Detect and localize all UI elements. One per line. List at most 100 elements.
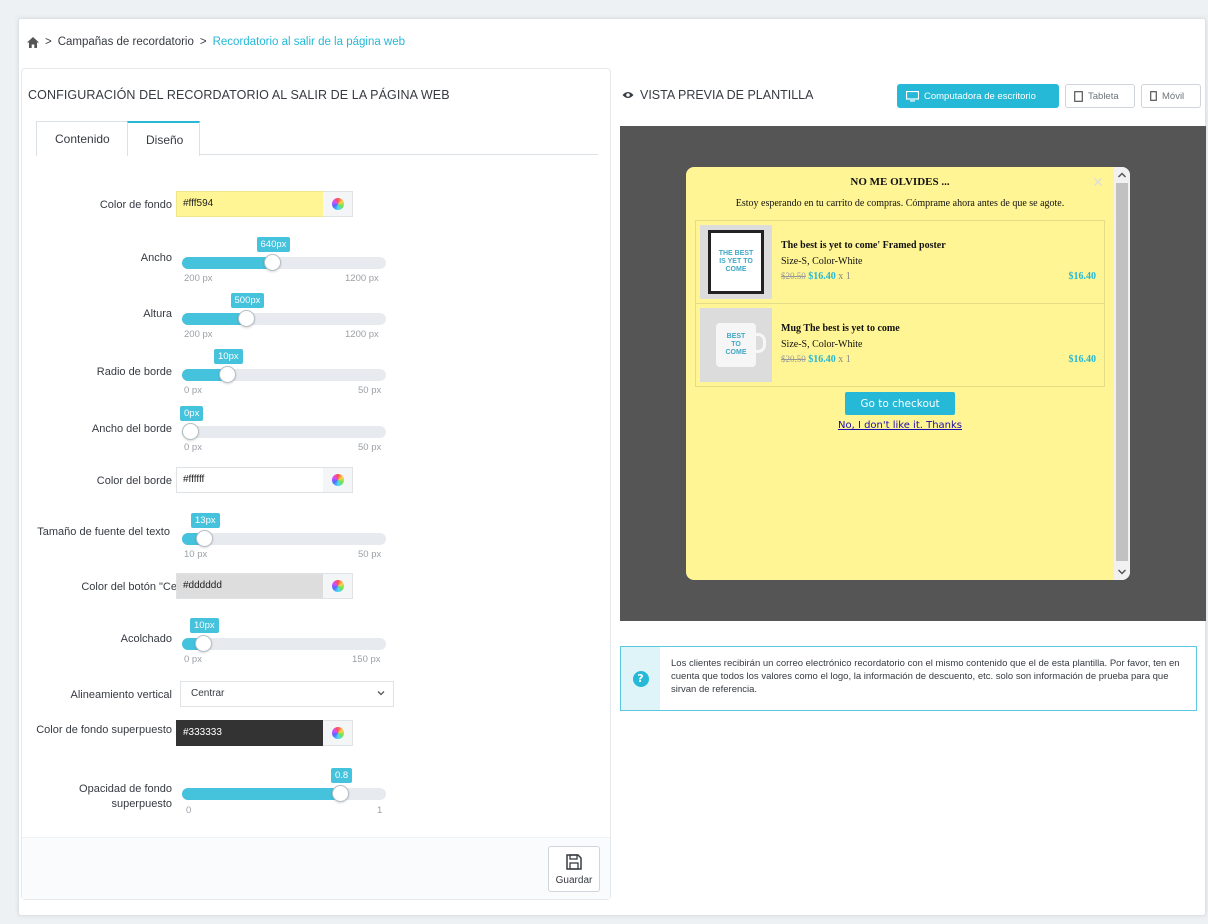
info-text: Los clientes recibirán un correo electró… bbox=[671, 658, 1180, 695]
border-width-slider[interactable]: 0px bbox=[180, 406, 386, 440]
product-name[interactable]: Mug The best is yet to come bbox=[781, 323, 900, 334]
tablet-icon bbox=[1074, 90, 1083, 102]
color-wheel-icon bbox=[331, 580, 344, 592]
font-size-slider[interactable]: 13px bbox=[182, 513, 386, 547]
eye-icon bbox=[622, 92, 634, 98]
chevron-down-icon bbox=[377, 691, 385, 696]
save-label: Guardar bbox=[555, 874, 593, 886]
popup-message: Estoy esperando en tu carrito de compras… bbox=[735, 198, 1065, 209]
overlay-opacity-label: Opacidad de fondo superpuesto bbox=[79, 783, 172, 810]
slider-max: 50 px bbox=[358, 549, 382, 560]
border-color-picker-button[interactable] bbox=[323, 467, 353, 493]
width-label: Ancho bbox=[140, 252, 172, 264]
slider-max: 1200 px bbox=[345, 273, 379, 284]
scrollbar-thumb[interactable] bbox=[1116, 183, 1128, 561]
close-color-label: Color del botón "Cerrar" bbox=[81, 581, 198, 593]
slider-fill bbox=[182, 257, 273, 269]
border-color-input[interactable]: #ffffff bbox=[176, 467, 324, 493]
preview-header: VISTA PREVIA DE PLANTILLA bbox=[622, 88, 813, 102]
mug-image: BEST TO COME bbox=[716, 323, 766, 367]
slider-value-badge: 500px bbox=[230, 293, 265, 308]
slider-max: 1 bbox=[377, 805, 383, 816]
tab-diseno[interactable]: Diseño bbox=[127, 121, 200, 156]
slider-min: 0 bbox=[186, 805, 192, 816]
breadcrumb-item-campaigns[interactable]: Campañas de recordatorio bbox=[58, 36, 194, 48]
slider-fill bbox=[182, 313, 247, 325]
scroll-up-icon[interactable] bbox=[1114, 168, 1130, 182]
vertical-align-select[interactable]: Centrar bbox=[180, 681, 394, 707]
slider-handle[interactable] bbox=[195, 635, 212, 652]
question-icon: ? bbox=[632, 670, 649, 687]
mug-text: BEST TO COME bbox=[725, 333, 747, 356]
tab-contenido[interactable]: Contenido bbox=[36, 121, 128, 156]
breadcrumb: > Campañas de recordatorio > Recordatori… bbox=[27, 36, 405, 48]
color-wheel-icon bbox=[331, 727, 344, 739]
slider-value-badge: 10px bbox=[190, 618, 219, 633]
border-color-label: Color del borde bbox=[96, 475, 172, 487]
height-slider[interactable]: 500px bbox=[182, 293, 386, 327]
framed-poster-image: THE BEST IS YET TO COME bbox=[708, 230, 764, 294]
slider-max: 150 px bbox=[352, 654, 381, 665]
device-tablet-button[interactable]: Tableta bbox=[1065, 84, 1135, 108]
close-color-picker-button[interactable] bbox=[323, 573, 353, 599]
device-mobile-label: Móvil bbox=[1162, 90, 1185, 102]
decline-link[interactable]: No, I don't like it. Thanks bbox=[686, 420, 1114, 431]
border-width-label: Ancho del borde bbox=[91, 423, 172, 435]
device-mobile-button[interactable]: Móvil bbox=[1141, 84, 1201, 108]
bg-color-input[interactable]: #fff594 bbox=[176, 191, 324, 217]
close-icon[interactable]: ✕ bbox=[1092, 175, 1104, 191]
slider-min: 0 px bbox=[184, 442, 202, 453]
bg-color-picker-button[interactable] bbox=[323, 191, 353, 217]
panel-title: CONFIGURACIÓN DEL RECORDATORIO AL SALIR … bbox=[28, 88, 450, 102]
product-attributes: Size-S, Color-White bbox=[781, 339, 863, 350]
product-attributes: Size-S, Color-White bbox=[781, 256, 863, 267]
slider-max: 50 px bbox=[358, 442, 382, 453]
breadcrumb-item-current[interactable]: Recordatorio al salir de la página web bbox=[213, 36, 405, 48]
width-slider[interactable]: 640px bbox=[182, 237, 386, 271]
save-button[interactable]: Guardar bbox=[548, 846, 600, 892]
slider-value-badge: 13px bbox=[191, 513, 220, 528]
app-frame: > Campañas de recordatorio > Recordatori… bbox=[18, 18, 1206, 916]
checkout-button[interactable]: Go to checkout bbox=[845, 392, 955, 415]
slider-handle[interactable] bbox=[219, 366, 236, 383]
close-color-input[interactable]: #dddddd bbox=[176, 573, 324, 599]
font-size-label: Tamaño de fuente del texto bbox=[37, 526, 170, 538]
product-name[interactable]: The best is yet to come' Framed poster bbox=[781, 240, 946, 251]
overlay-color-picker-button[interactable] bbox=[323, 720, 353, 746]
padding-slider[interactable]: 10px bbox=[182, 618, 386, 652]
slider-min: 0 px bbox=[184, 385, 202, 396]
bg-color-label: Color de fondo bbox=[99, 199, 172, 211]
slider-handle[interactable] bbox=[196, 530, 213, 547]
quantity: x 1 bbox=[838, 271, 851, 282]
panel-footer: Guardar bbox=[22, 837, 610, 899]
vertical-align-value: Centrar bbox=[191, 688, 225, 699]
slider-min: 10 px bbox=[184, 549, 208, 560]
color-wheel-icon bbox=[331, 198, 344, 210]
quantity: x 1 bbox=[838, 354, 851, 365]
border-radius-slider[interactable]: 10px bbox=[182, 349, 386, 383]
scroll-down-icon[interactable] bbox=[1114, 565, 1130, 579]
border-radius-label: Radio de borde bbox=[96, 366, 172, 378]
template-preview: NO ME OLVIDES ... ✕ Estoy esperando en t… bbox=[620, 126, 1206, 621]
color-wheel-icon bbox=[331, 474, 344, 486]
slider-handle[interactable] bbox=[238, 310, 255, 327]
slider-fill bbox=[182, 788, 341, 800]
old-price: $20.50 bbox=[781, 354, 806, 364]
slider-handle[interactable] bbox=[182, 423, 199, 440]
overlay-color-input[interactable]: #333333 bbox=[176, 720, 324, 746]
product-price: $20.50 $16.40 x 1 bbox=[781, 271, 851, 282]
slider-max: 50 px bbox=[358, 385, 382, 396]
breadcrumb-separator: > bbox=[199, 36, 207, 48]
info-icon-area: ? bbox=[621, 647, 660, 710]
popup-title: NO ME OLVIDES ... bbox=[850, 176, 950, 188]
tab-bar: Contenido Diseño bbox=[36, 121, 598, 156]
home-icon[interactable] bbox=[27, 36, 39, 48]
popup-scrollbar[interactable] bbox=[1114, 167, 1130, 580]
slider-handle[interactable] bbox=[264, 254, 281, 271]
slider-handle[interactable] bbox=[332, 785, 349, 802]
device-desktop-button[interactable]: Computadora de escritorio bbox=[897, 84, 1059, 108]
slider-min: 0 px bbox=[184, 654, 202, 665]
preview-title: VISTA PREVIA DE PLANTILLA bbox=[640, 88, 814, 102]
device-tablet-label: Tableta bbox=[1088, 90, 1119, 102]
overlay-opacity-slider[interactable]: 0.8 bbox=[182, 768, 386, 802]
